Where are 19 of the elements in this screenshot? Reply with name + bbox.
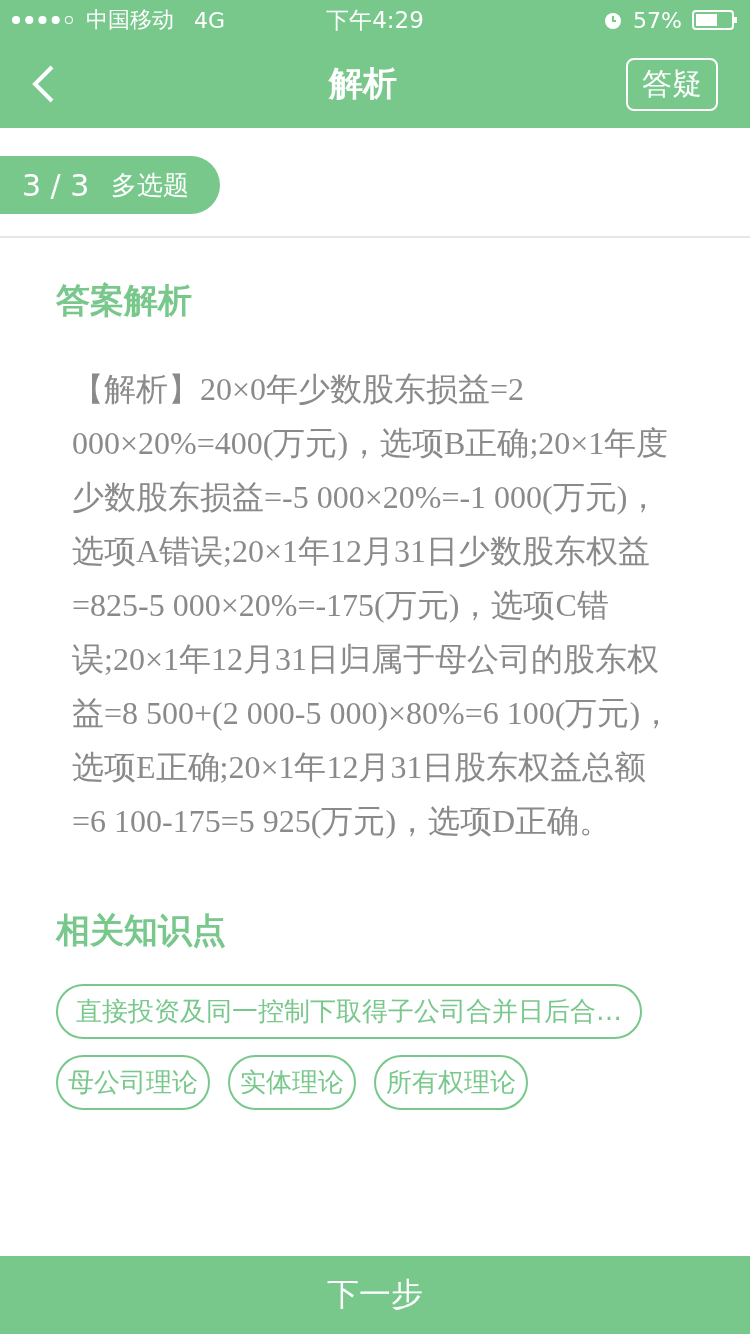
question-counter: 3 / 3 — [22, 167, 90, 203]
battery-percent: 57% — [633, 7, 682, 33]
carrier-name: 中国移动 — [86, 6, 174, 34]
knowledge-tag[interactable]: 所有权理论 — [374, 1055, 528, 1110]
back-icon[interactable] — [30, 64, 56, 104]
network-type: 4G — [194, 7, 226, 33]
question-type: 多选题 — [111, 168, 190, 202]
knowledge-tag[interactable]: 母公司理论 — [56, 1055, 210, 1110]
section-heading: 相关知识点 — [56, 909, 227, 952]
knowledge-tag[interactable]: 直接投资及同一控制下取得子公司合并日后合… — [56, 984, 642, 1039]
section-heading: 答案解析 — [56, 279, 193, 322]
analysis-text: 【解析】20×0年少数股东损益=2 000×20%=400(万元)，选项B正确;20×1年度少数股东损益=-5 000×20%=-1 000(万元)，选项A错误;20×1年12月31日少数股东权益=825-5 000×20%=-175(万元)，选项C错误;20×1年12月31日归属于母公司的股东权益=8 500+(2 000-5 000)×80%=6 100(万元)，选项E正确;20×1年12月31日股东权益总额=6 100-175=5 925(万元)，选项D正确。 — [72, 370, 674, 841]
ask-question-button[interactable]: 答疑 — [626, 57, 718, 111]
battery-icon — [692, 10, 738, 30]
knowledge-tag[interactable]: 实体理论 — [228, 1055, 356, 1110]
alarm-icon — [603, 10, 624, 30]
clock-time: 下午4:29 — [326, 5, 424, 35]
page-title: 解析 — [329, 62, 397, 105]
next-step-button[interactable]: 下一步 — [0, 1256, 750, 1334]
